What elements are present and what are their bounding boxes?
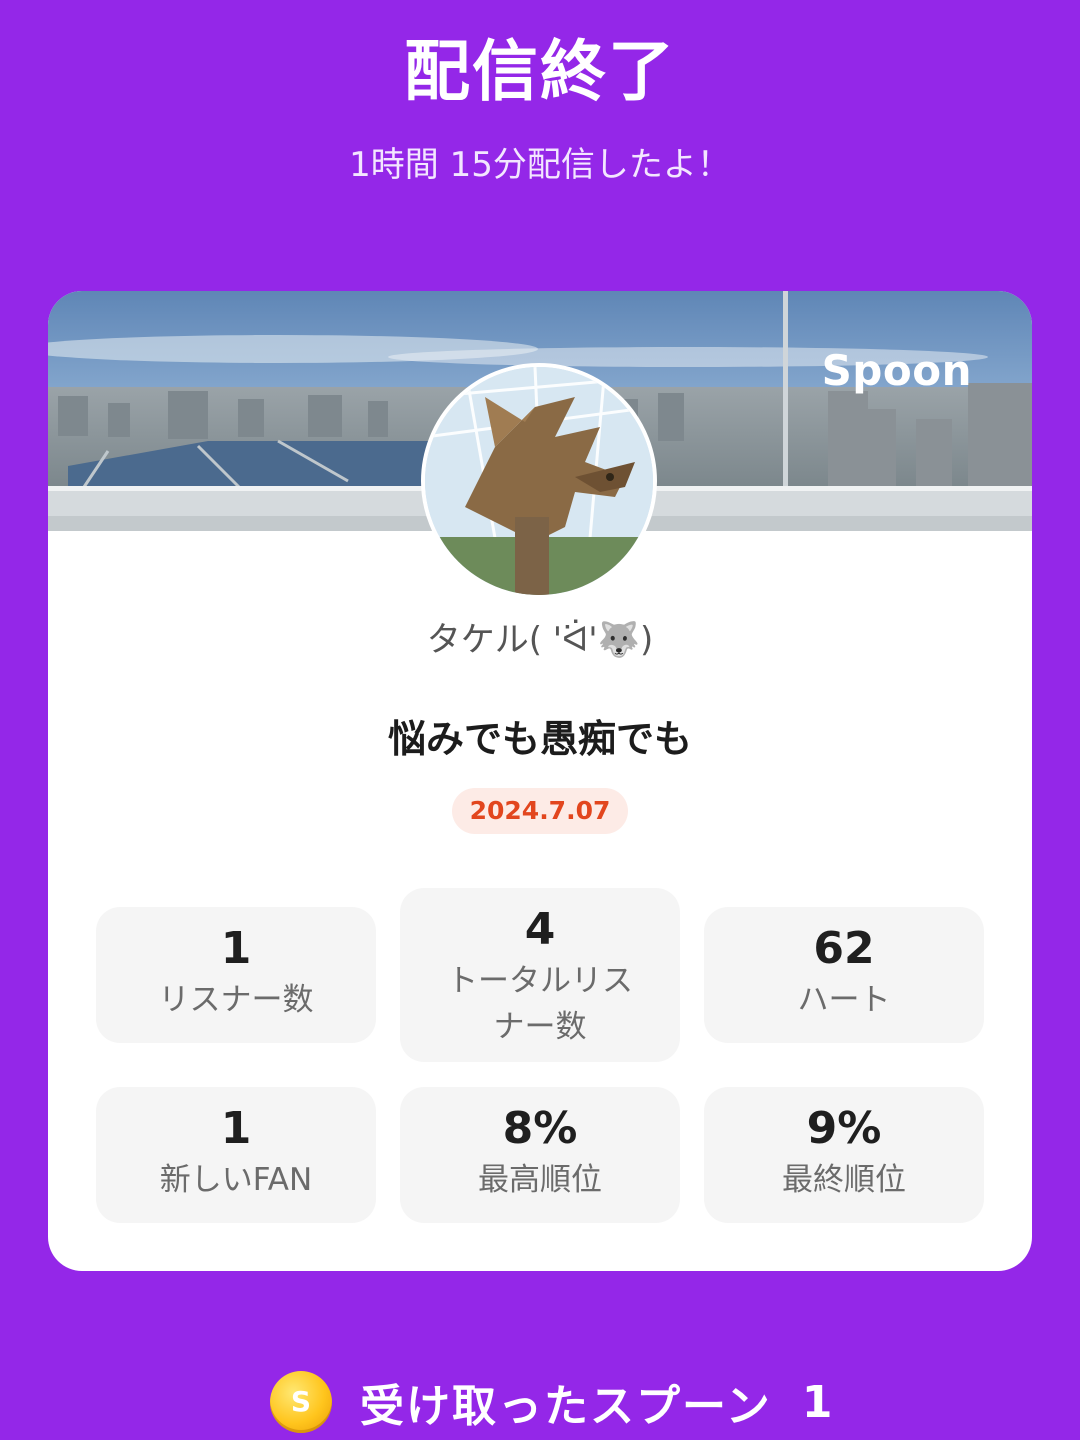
received-spoons-label: 受け取ったスプーン — [360, 1381, 772, 1432]
page-title: 配信終了 — [404, 33, 676, 110]
stat-label: ハート — [797, 982, 891, 1018]
avatar[interactable] — [421, 363, 657, 599]
username[interactable]: タケル( 'ᐛ'🐺) — [48, 617, 1032, 663]
stat-listeners: 1 リスナー数 — [96, 907, 376, 1043]
stat-value: 4 — [524, 904, 556, 955]
live-title: 悩みでも愚痴でも — [387, 717, 692, 761]
summary-card: Spoon タケル( 'ᐛ'🐺) 悩みでも愚痴でも 2024.7.07 1 リス… — [48, 291, 1032, 1271]
stat-value: 62 — [813, 923, 875, 974]
stat-final-rank: 9% 最終順位 — [704, 1087, 984, 1223]
stat-total-listeners: 4 トータルリスナー数 — [400, 888, 680, 1062]
stat-hearts: 62 ハート — [704, 907, 984, 1043]
date-badge: 2024.7.07 — [452, 788, 628, 834]
received-spoons: S 受け取ったスプーン 1 — [270, 1370, 832, 1434]
duration-subtitle: 1時間 15分配信したよ！ — [349, 145, 731, 185]
stat-best-rank: 8% 最高順位 — [400, 1087, 680, 1223]
stat-value: 8% — [502, 1103, 578, 1154]
stat-new-fans: 1 新しいFAN — [96, 1087, 376, 1223]
stat-value: 1 — [220, 1103, 252, 1154]
stat-label: 新しいFAN — [159, 1162, 313, 1198]
spoon-logo: Spoon — [821, 346, 972, 395]
stat-label: 最終順位 — [782, 1162, 906, 1198]
stat-value: 9% — [806, 1103, 882, 1154]
stat-label: トータルリスナー数 — [447, 963, 633, 1045]
spoon-coin-icon: S — [270, 1371, 332, 1433]
live-ended-screen: 配信終了 1時間 15分配信したよ！ Spoon タケル('ᐛ'🐺) 悩みでも… — [0, 0, 1080, 1440]
dragon-sculpture-photo — [425, 367, 653, 595]
received-spoons-count: 1 — [801, 1376, 833, 1428]
stat-value: 1 — [220, 923, 252, 974]
stat-label: リスナー数 — [158, 982, 314, 1018]
stat-label: 最高順位 — [478, 1162, 602, 1198]
